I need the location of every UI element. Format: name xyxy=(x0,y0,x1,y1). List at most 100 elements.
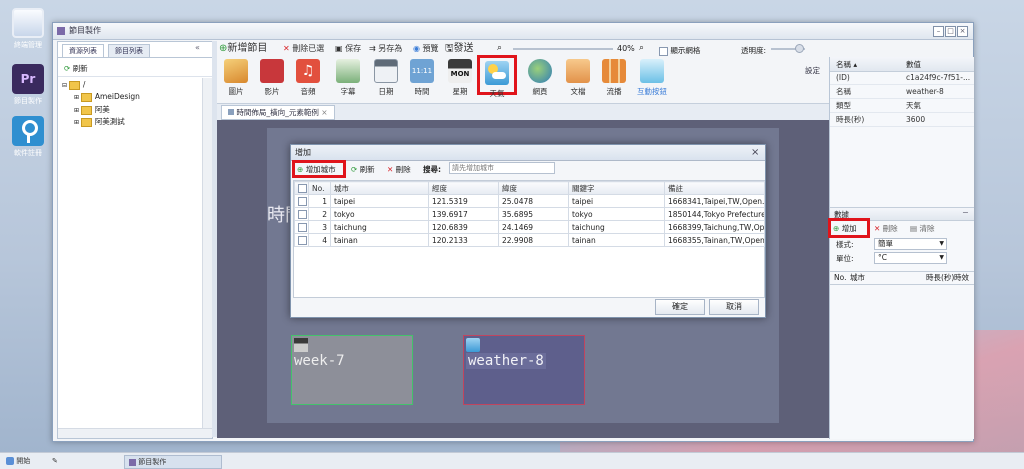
tab-program-list[interactable]: 節目列表 xyxy=(108,44,150,58)
transparency-label: 透明度: xyxy=(741,46,767,55)
vertical-scrollbar[interactable] xyxy=(202,78,212,428)
row-checkbox[interactable] xyxy=(294,220,309,234)
premiere-icon: Pr xyxy=(12,64,44,94)
row-checkbox[interactable] xyxy=(294,194,309,208)
start-icon xyxy=(6,457,14,465)
chevron-down-icon: ▼ xyxy=(939,254,944,261)
tree-item[interactable]: ⊞ 阿美 xyxy=(74,104,110,115)
property-row[interactable]: 類型 天氣 xyxy=(830,99,974,113)
save-button[interactable]: ▣ 保存 xyxy=(335,43,361,55)
dialog-titlebar[interactable]: 增加 × xyxy=(291,145,765,161)
property-row[interactable]: (ID) c1a24f9c-7f51-... xyxy=(830,71,974,85)
row-checkbox[interactable] xyxy=(294,207,309,221)
table-row[interactable]: 4 tainan 120.2133 22.9908 tainan 1668355… xyxy=(294,233,765,247)
select-all-checkbox[interactable] xyxy=(294,181,309,195)
row-checkbox[interactable] xyxy=(294,233,309,247)
expand-icon: ⊞ xyxy=(74,119,80,126)
window-titlebar[interactable]: 節目製作 – □ × xyxy=(53,23,973,40)
tree-item[interactable]: ⊞ 阿美測試 xyxy=(74,116,125,127)
table-row[interactable]: 3 taichung 120.6839 24.1469 taichung 166… xyxy=(294,220,765,234)
cancel-button[interactable]: 取消 xyxy=(709,299,759,315)
dialog-delete-button[interactable]: ✕ 刪除 xyxy=(387,164,411,175)
settings-label[interactable]: 設定 xyxy=(805,65,820,76)
tab-close-icon[interactable]: × xyxy=(321,108,327,117)
search-input[interactable] xyxy=(449,162,555,174)
dialog-refresh-button[interactable]: ⟳ 刷新 xyxy=(351,164,375,175)
taskbar: 開始 ✎ 節目製作 xyxy=(0,452,1024,469)
pen-icon[interactable]: ✎ xyxy=(52,455,58,467)
tab-resource-list[interactable]: 資源列表 xyxy=(62,44,104,58)
monitor-icon xyxy=(12,8,44,38)
city-add-button[interactable]: ⊕ 增加 xyxy=(833,223,857,234)
zoom-in-icon[interactable]: ⌕ xyxy=(639,43,644,53)
close-button[interactable]: × xyxy=(957,26,968,37)
horizontal-scrollbar[interactable] xyxy=(58,428,212,438)
desktop-icon-software-registration[interactable]: 軟件註冊 xyxy=(8,116,48,158)
calendar-icon xyxy=(374,59,398,83)
properties-panel: 名稱 ▴ 數值 (ID) c1a24f9c-7f51-... 名稱 weather-… xyxy=(828,57,974,439)
zoom-out-icon[interactable]: ⌕ xyxy=(497,43,502,53)
city-delete-button[interactable]: ✕ 刪除 xyxy=(874,223,898,234)
add-city-button[interactable]: ⊕ 增加城市 xyxy=(297,164,336,175)
toolbar-weather-button[interactable]: 天氣 xyxy=(477,55,517,98)
touch-icon xyxy=(640,59,664,83)
table-row[interactable]: 1 taipei 121.5319 25.0478 taipei 1668341… xyxy=(294,194,765,208)
show-grid-checkbox[interactable]: 顯示網格 xyxy=(659,45,700,56)
ok-button[interactable]: 確定 xyxy=(655,299,705,315)
save-as-button[interactable]: ⇉ 另存為 xyxy=(369,43,402,55)
resource-panel: 資源列表 節目列表 ⟳ 刷新 ⊟ / ⊞ AmeiDesign ⊞ 阿美 ⊞ 阿… xyxy=(57,41,213,439)
property-grid: (ID) c1a24f9c-7f51-... 名稱 weather-8 類型 天氣 時… xyxy=(830,71,974,127)
property-row[interactable]: 名稱 weather-8 xyxy=(830,85,974,99)
search-label: 搜尋: xyxy=(423,165,441,174)
globe-icon xyxy=(528,59,552,83)
delete-icon: ✕ xyxy=(874,224,881,233)
publish-button[interactable]: 🖫發送 xyxy=(445,43,474,55)
clock-icon: 11:11 xyxy=(410,59,434,83)
collapse-icon[interactable]: − xyxy=(962,208,969,217)
app-icon xyxy=(57,27,65,35)
dialog-close-icon[interactable]: × xyxy=(751,145,759,160)
taskbar-item-program-maker[interactable]: 節目製作 xyxy=(124,455,222,469)
mode-select[interactable]: 簡單 ▼ xyxy=(874,238,947,250)
new-program-button[interactable]: ⊕新增節目 xyxy=(219,43,267,55)
city-table-header: No. 城市 時長(秒) 時效 xyxy=(830,271,974,285)
refresh-button[interactable]: ⟳ 刷新 xyxy=(64,63,88,74)
tree-item[interactable]: ⊞ AmeiDesign xyxy=(74,92,140,102)
unit-select[interactable]: °C ▼ xyxy=(874,252,947,264)
canvas-element-week[interactable]: week-7 xyxy=(291,335,413,405)
canvas-element-weather[interactable]: weather-8 xyxy=(463,335,585,405)
preview-button[interactable]: ◉ 預覽 xyxy=(413,43,439,55)
publish-icon: 🖫 xyxy=(445,43,454,54)
checkbox-box xyxy=(659,46,668,56)
city-grid: No. 城市 經度 緯度 關鍵字 備註 1 taipei 121.5319 25… xyxy=(293,180,765,298)
element-label: weather-8 xyxy=(466,353,546,369)
refresh-icon: ⟳ xyxy=(351,165,358,174)
minimize-button[interactable]: – xyxy=(933,26,944,37)
collapse-panel-icon[interactable]: « xyxy=(195,43,200,52)
save-icon: ▣ xyxy=(335,44,343,53)
refresh-icon: ⟳ xyxy=(64,64,71,73)
desktop-icon-program-maker[interactable]: Pr 節目製作 xyxy=(8,64,48,106)
zoom-slider[interactable] xyxy=(513,48,613,50)
tree-root[interactable]: ⊟ / xyxy=(62,80,85,90)
music-icon: ♫ xyxy=(296,59,320,83)
weekday-icon xyxy=(294,338,308,352)
table-row[interactable]: 2 tokyo 139.6917 35.6895 tokyo 1850144,T… xyxy=(294,207,765,221)
delete-icon: ✕ xyxy=(283,44,290,53)
delete-selected-button[interactable]: ✕ 刪除已選 xyxy=(283,43,324,55)
toolbar-interactive-button[interactable]: 互動按鈕 xyxy=(629,59,675,97)
column-name[interactable]: 名稱 ▴ xyxy=(836,59,857,70)
maximize-button[interactable]: □ xyxy=(945,26,956,37)
delete-icon: ✕ xyxy=(387,165,394,174)
slider-thumb[interactable] xyxy=(795,44,804,53)
save-as-icon: ⇉ xyxy=(369,44,376,53)
app-icon xyxy=(129,458,136,466)
property-row[interactable]: 時長(秒) 3600 xyxy=(830,113,974,127)
city-clear-button[interactable]: ▤ 清除 xyxy=(910,223,934,234)
property-grid-header: 名稱 ▴ 數值 xyxy=(830,57,974,72)
folder-icon xyxy=(81,105,93,115)
desktop-icon-terminal-manager[interactable]: 終端管理 xyxy=(8,8,48,50)
weather-icon xyxy=(466,338,480,352)
start-button[interactable]: 開始 xyxy=(6,455,30,467)
document-tab[interactable]: 時間佈局_橫向_元素範例 × xyxy=(221,105,335,120)
